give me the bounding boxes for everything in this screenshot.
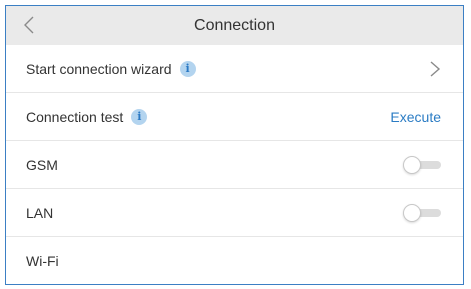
row-label: Start connection wizard i [26, 45, 196, 93]
info-icon[interactable]: i [179, 60, 196, 77]
lan-toggle[interactable] [403, 204, 441, 222]
connection-panel: Connection Start connection wizard i Conn… [5, 5, 464, 285]
row-connection-test: Connection test i Execute [6, 93, 463, 141]
header-bar: Connection [6, 6, 463, 45]
wifi-label: Wi-Fi [26, 253, 59, 269]
page-title: Connection [194, 17, 275, 34]
row-start-connection-wizard[interactable]: Start connection wizard i [6, 45, 463, 93]
connection-test-label: Connection test [26, 109, 124, 125]
toggle-knob [403, 156, 421, 174]
lan-label: LAN [26, 205, 54, 221]
row-lan: LAN [6, 189, 463, 237]
info-icon[interactable]: i [131, 108, 148, 125]
chevron-left-icon [24, 16, 34, 34]
row-label: Connection test i [26, 93, 148, 141]
toggle-knob [403, 204, 421, 222]
execute-button[interactable]: Execute [390, 93, 441, 141]
row-wifi[interactable]: Wi-Fi [6, 237, 463, 284]
back-button[interactable] [20, 14, 40, 36]
gsm-toggle[interactable] [403, 156, 441, 174]
row-gsm: GSM [6, 141, 463, 189]
gsm-label: GSM [26, 157, 58, 173]
chevron-right-icon [430, 61, 441, 77]
start-connection-wizard-label: Start connection wizard [26, 61, 172, 77]
